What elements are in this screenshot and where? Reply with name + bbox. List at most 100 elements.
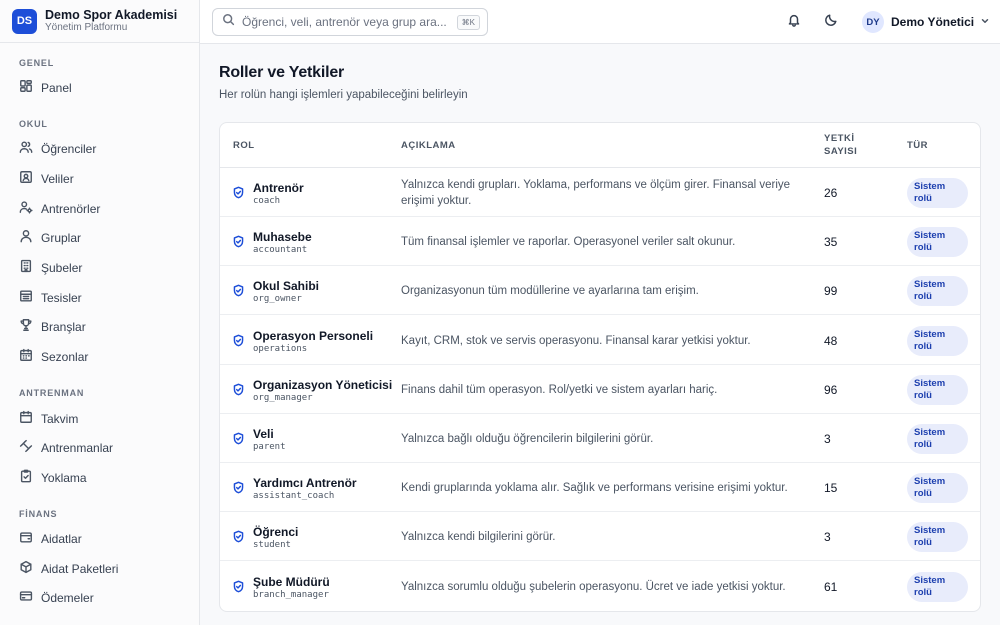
sidebar-item-gruplar[interactable]: Gruplar [12, 225, 188, 251]
table-row[interactable]: Yardımcı Antrenör assistant_coach Kendi gr… [220, 463, 980, 513]
shield-check-icon [232, 186, 245, 199]
sidebar-item-branslar[interactable]: Branşlar [12, 314, 188, 340]
package-icon [19, 560, 33, 579]
sidebar-item-odemeler[interactable]: Ödemeler [12, 585, 188, 611]
permission-count: 48 [824, 333, 838, 348]
brand-logo: DS [12, 8, 37, 34]
table-row[interactable]: Antrenör coach Yalnızca kendi grupları. Yo… [220, 168, 980, 217]
chevron-down-icon [974, 13, 990, 31]
sidebar-item-label: Aidatlar [41, 532, 82, 546]
status-badge: Sistem rolü [907, 473, 968, 504]
sidebar-item-label: Tesisler [41, 291, 82, 305]
role-code: org_manager [253, 392, 313, 403]
status-badge: Sistem rolü [907, 522, 968, 553]
role-code: coach [253, 196, 281, 206]
sidebar-item-antrenorler[interactable]: Antrenörler [12, 196, 188, 222]
sidebar-item-sezonlar[interactable]: Sezonlar [12, 344, 188, 370]
sidebar-item-tesisler[interactable]: Tesisler [12, 285, 188, 311]
brand[interactable]: DS Demo Spor Akademisi Yönetim Platformu [0, 0, 199, 43]
avatar: DY [862, 11, 884, 33]
table-row[interactable]: Muhasebe accountant Tüm finansal işlemler … [220, 217, 980, 267]
badge-line1: Sistem [914, 377, 946, 389]
sidebar-item-subeler[interactable]: Şubeler [12, 255, 188, 281]
user-menu[interactable]: DY Demo Yönetici [862, 11, 990, 33]
sidebar-item-ogrenciler[interactable]: Öğrenciler [12, 136, 188, 162]
user-name: Demo Yönetici [891, 15, 975, 29]
table-header: ROL AÇIKLAMA YETKİ SAYISI TÜR [220, 123, 980, 168]
role-code: student [253, 540, 291, 551]
shield-check-icon [232, 530, 245, 543]
search-input[interactable] [242, 15, 457, 29]
status-badge: Sistem rolü [907, 424, 968, 454]
permission-count: 61 [824, 579, 838, 594]
role-code: org_owner [253, 294, 302, 305]
role-code: assistant_coach [253, 491, 335, 502]
wallet-icon [19, 530, 33, 549]
search-box[interactable]: ⌘K [212, 8, 488, 36]
badge-line2: rolü [914, 586, 932, 598]
status-badge: Sistem rolü [907, 276, 968, 307]
nav-section-genel: GENEL [19, 58, 55, 68]
sidebar-item-label: Gruplar [41, 231, 82, 245]
table-row[interactable]: Veli parent Yalnızca bağlı olduğu öğrencil… [220, 414, 980, 463]
permission-count: 3 [824, 432, 831, 446]
sidebar-item-veliler[interactable]: Veliler [12, 166, 188, 192]
user-cog-icon [19, 200, 33, 219]
nav-section-antrenman: ANTRENMAN [19, 388, 85, 398]
role-name: Şube Müdürü [253, 574, 330, 589]
roles-table: ROL AÇIKLAMA YETKİ SAYISI TÜR Antrenör co… [219, 122, 981, 612]
page-subtitle: Her rolün hangi işlemleri yapabileceğini… [219, 89, 468, 101]
shield-check-icon [232, 235, 245, 248]
sidebar-item-yoklama[interactable]: Yoklama [12, 465, 188, 491]
role-name: Yardımcı Antrenör [253, 476, 357, 491]
moon-icon [824, 13, 838, 32]
shield-check-icon [232, 334, 245, 347]
sidebar-item-label: Antrenmanlar [41, 441, 114, 455]
calendar-days-icon [19, 348, 33, 367]
role-code: operations [253, 343, 308, 354]
sidebar: DS Demo Spor Akademisi Yönetim Platformu… [0, 0, 200, 625]
badge-line1: Sistem [914, 230, 946, 242]
column-header-role: ROL [233, 140, 255, 151]
badge-line2: rolü [914, 537, 932, 549]
permission-count: 26 [824, 186, 838, 200]
sidebar-item-label: Takvim [41, 412, 79, 426]
brand-name: Demo Spor Akademisi [45, 8, 178, 22]
sidebar-item-panel[interactable]: Panel [12, 75, 188, 101]
badge-line2: rolü [914, 439, 932, 450]
role-description: Yalnızca bağlı olduğu öğrencilerin bilgi… [401, 433, 654, 445]
table-row[interactable]: Organizasyon Yöneticisi org_manager Finans… [220, 365, 980, 414]
badge-line1: Sistem [914, 574, 946, 586]
status-badge: Sistem rolü [907, 178, 968, 208]
status-badge: Sistem rolü [907, 325, 968, 356]
role-description: Yalnızca kendi grupları. Yoklama, perfor… [401, 179, 791, 207]
role-description: Yalnızca sorumlu olduğu şubelerin operas… [401, 580, 786, 593]
credit-card-icon [19, 589, 33, 608]
sidebar-item-label: Yoklama [41, 471, 87, 485]
table-row[interactable]: Öğrenci student Yalnızca kendi bilgilerini… [220, 512, 980, 562]
role-description: Tüm finansal işlemler ve raporlar. Opera… [401, 236, 736, 249]
badge-line1: Sistem [914, 328, 946, 340]
role-code: parent [253, 442, 286, 452]
sidebar-item-aidatlar[interactable]: Aidatlar [12, 526, 188, 552]
notifications-button[interactable] [784, 12, 804, 32]
sidebar-item-takvim[interactable]: Takvim [12, 406, 188, 432]
column-header-type: TÜR [907, 140, 929, 151]
sidebar-item-antrenmanlar[interactable]: Antrenmanlar [12, 435, 188, 461]
role-name: Organizasyon Yöneticisi [253, 377, 393, 392]
role-name: Muhasebe [253, 230, 312, 245]
theme-toggle-button[interactable] [821, 12, 841, 32]
role-description: Yalnızca kendi bilgilerini görür. [401, 531, 556, 544]
users-icon [19, 140, 33, 159]
sidebar-item-label: Panel [41, 81, 72, 95]
role-code: accountant [253, 245, 308, 256]
topbar: ⌘K DY Demo Yönetici [200, 0, 1000, 44]
table-row[interactable]: Okul Sahibi org_owner Organizasyonun tüm m… [220, 266, 980, 316]
badge-line1: Sistem [914, 279, 946, 291]
sidebar-item-aidat-paketleri[interactable]: Aidat Paketleri [12, 556, 188, 582]
table-row[interactable]: Operasyon Personeli operations Kayıt, CRM,… [220, 316, 980, 365]
sidebar-item-label: Sezonlar [41, 350, 89, 364]
table-row[interactable]: Şube Müdürü branch_manager Yalnızca soruml… [220, 562, 980, 611]
nav-section-okul: OKUL [19, 119, 48, 129]
badge-line2: rolü [914, 340, 932, 352]
